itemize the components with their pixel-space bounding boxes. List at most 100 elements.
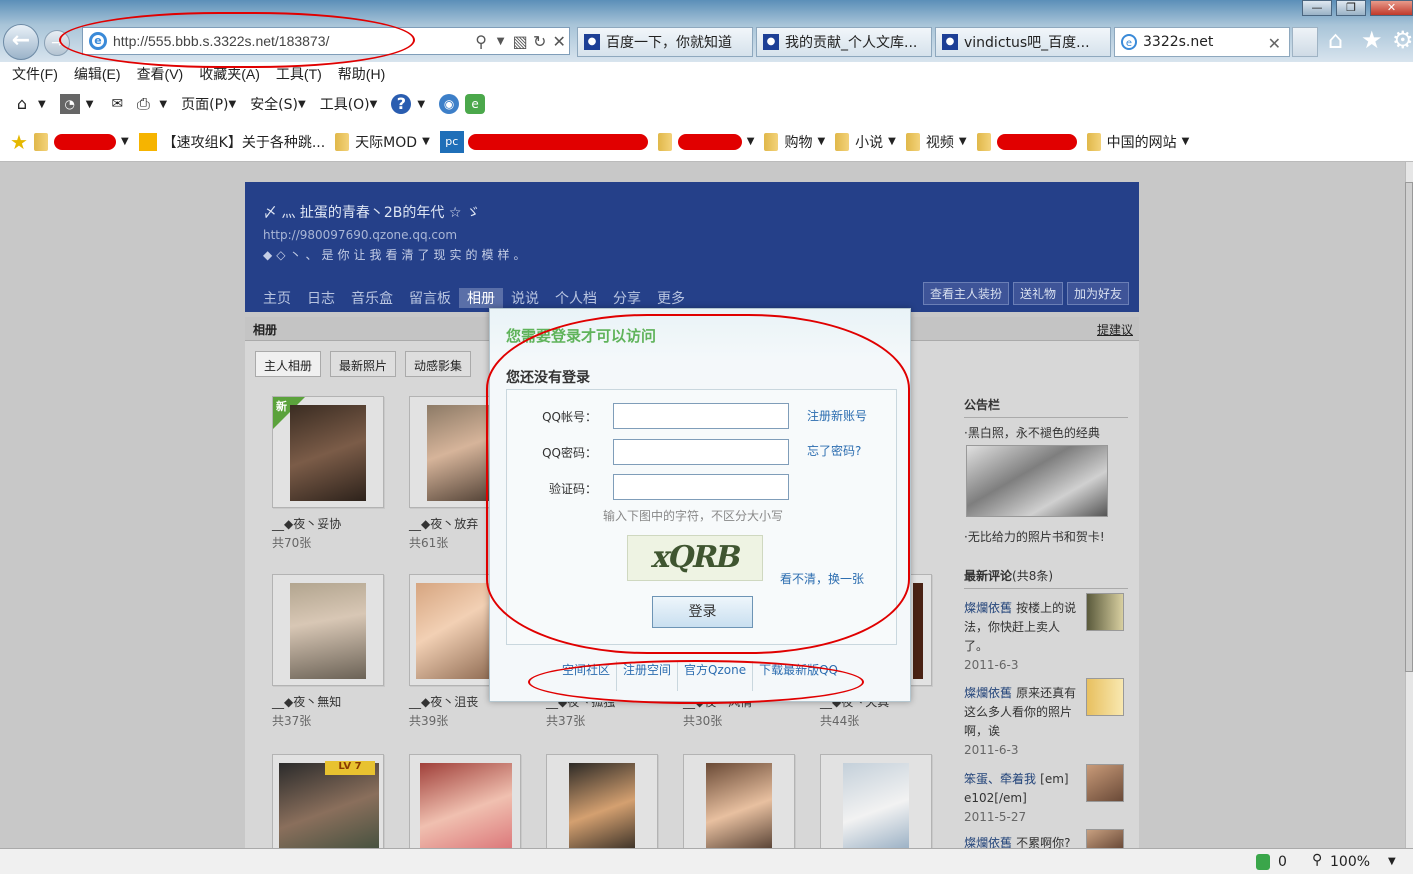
maximize-button[interactable]: ❐ [1336,0,1366,16]
comment-thumb[interactable] [1086,829,1124,848]
nav-shuoshuo[interactable]: 说说 [503,288,547,308]
stop-icon[interactable]: ✕ [549,32,569,51]
qq-account-input[interactable] [613,403,789,429]
captcha-image[interactable]: xQRB [627,535,763,581]
album-card[interactable] [272,574,384,686]
close-window-button[interactable]: ✕ [1370,0,1413,16]
address-url[interactable]: http://555.bbb.s.3322s.net/183873/ [113,33,435,49]
comment-thumb[interactable] [1086,764,1124,802]
suggest-link[interactable]: 提建议 [1097,321,1133,338]
register-space-link[interactable]: 注册空间 [617,661,679,691]
chevron-down-icon[interactable]: ▼ [370,99,378,110]
fav-item-pc[interactable]: pc [439,130,648,153]
captcha-input[interactable] [613,474,789,500]
qzone-url[interactable]: http://980097690.qzone.qq.com [263,228,457,242]
community-link[interactable]: 空间社区 [556,661,617,691]
album-card[interactable] [546,754,658,848]
menu-tools[interactable]: 工具(T) [276,64,322,84]
messenger-icon[interactable]: ◉ [439,94,460,114]
nav-album[interactable]: 相册 [459,288,503,308]
tab-vindictus[interactable]: ● vindictus吧_百度... [935,27,1111,57]
compat-view-icon[interactable]: ▧ [510,32,530,51]
tab-latest-photos[interactable]: 最新照片 [330,351,397,377]
comment-user[interactable]: 燦爛依舊 [964,686,1012,700]
menu-view[interactable]: 查看(V) [137,64,184,84]
back-button[interactable]: ← [3,24,39,60]
comment-user[interactable]: 燦爛依舊 [964,836,1012,848]
close-tab-icon[interactable]: ✕ [1268,34,1281,53]
send-gift-button[interactable]: 送礼物 [1012,282,1063,305]
download-qq-link[interactable]: 下载最新版QQ [753,661,844,691]
protection-icon[interactable] [1256,854,1270,870]
tab-wenku[interactable]: ● 我的贡献_个人文库... [756,27,932,57]
print-icon[interactable]: ⎙ [133,94,153,114]
mail-icon[interactable]: ✉ [107,94,127,114]
nav-profile[interactable]: 个人档 [547,288,605,308]
comment-thumb[interactable] [1086,593,1124,631]
comment-user[interactable]: 笨蛋、牵着我 [964,772,1036,786]
menu-edit[interactable]: 编辑(E) [74,64,121,84]
comment-user[interactable]: 燦爛依舊 [964,601,1012,615]
search-icon[interactable]: ⚲ [471,32,491,51]
album-card[interactable] [409,754,521,848]
album-card[interactable]: LV 7 [272,754,384,848]
page-menu[interactable]: 页面(P) [181,94,228,114]
album-card[interactable] [683,754,795,848]
chevron-down-icon[interactable]: ▼ [159,99,167,110]
security-icon[interactable]: e [465,94,486,114]
fav-item-shopping[interactable]: 购物 ▼ [764,132,825,152]
chevron-down-icon[interactable]: ▼ [38,99,46,110]
official-qzone-link[interactable]: 官方Qzone [678,661,754,691]
address-bar[interactable]: e http://555.bbb.s.3322s.net/183873/ ⚲ ▼… [82,27,570,55]
chevron-down-icon[interactable]: ▼ [1388,856,1396,867]
album-name[interactable]: __◆夜丶放弃 [409,515,478,532]
nav-blog[interactable]: 日志 [299,288,343,308]
add-friend-button[interactable]: 加为好友 [1066,282,1129,305]
safety-menu[interactable]: 安全(S) [250,94,298,114]
help-icon[interactable]: ? [391,94,412,114]
refresh-captcha-link[interactable]: 看不清，换一张 [780,570,864,587]
notice-image[interactable] [966,445,1108,517]
comment-thumb[interactable] [1086,678,1124,716]
favorites-star-icon[interactable]: ★ [1361,26,1383,54]
chevron-down-icon[interactable]: ▼ [417,99,425,110]
fav-item-novel[interactable]: 小说 ▼ [835,132,896,152]
album-name[interactable]: __◆夜丶沮丧 [409,693,478,710]
tab-animated-album[interactable]: 动感影集 [405,351,472,377]
nav-more[interactable]: 更多 [649,288,693,308]
scrollbar-thumb[interactable] [1405,182,1413,672]
album-name[interactable]: __◆夜丶無知 [272,693,341,710]
home-icon[interactable]: ⌂ [12,94,32,114]
nav-music[interactable]: 音乐盒 [343,288,401,308]
fav-item-tianji[interactable]: 天际MOD ▼ [335,132,430,152]
chevron-down-icon[interactable]: ▼ [86,99,94,110]
nav-share[interactable]: 分享 [605,288,649,308]
forward-button[interactable]: → [44,30,70,56]
menu-help[interactable]: 帮助(H) [338,64,385,84]
register-link[interactable]: 注册新账号 [807,407,867,424]
gear-icon[interactable]: ⚙ [1392,26,1413,54]
home-icon[interactable]: ⌂ [1328,26,1343,54]
nav-home[interactable]: 主页 [255,288,299,308]
fav-item-redacted-3[interactable] [976,132,1077,151]
tab-3322s[interactable]: e 3322s.net ✕ [1114,27,1290,57]
album-card[interactable]: 新 [272,396,384,508]
notice-line-2[interactable]: ·无比给力的照片书和贺卡! [964,528,1105,545]
chevron-down-icon[interactable]: ▼ [298,99,306,110]
login-button[interactable]: 登录 [652,596,753,628]
fav-item-redacted-2[interactable]: ▼ [657,132,754,151]
favorites-star-icon[interactable]: ★ [10,130,28,154]
fav-item-video[interactable]: 视频 ▼ [905,132,967,152]
dropdown-icon[interactable]: ▼ [491,36,511,47]
album-card[interactable] [820,754,932,848]
new-tab-button[interactable] [1292,27,1318,57]
fav-item-redacted-1[interactable]: ▼ [33,132,129,151]
qq-password-input[interactable] [613,439,789,465]
minimize-button[interactable]: — [1302,0,1332,16]
forgot-password-link[interactable]: 忘了密码? [807,442,861,459]
menu-favorites[interactable]: 收藏夹(A) [199,64,260,84]
tools-menu[interactable]: 工具(O) [320,94,370,114]
chevron-down-icon[interactable]: ▼ [228,99,236,110]
fav-item-sugong[interactable]: 【速攻组K】关于各种跳... [138,132,325,152]
refresh-icon[interactable]: ↻ [530,32,550,51]
